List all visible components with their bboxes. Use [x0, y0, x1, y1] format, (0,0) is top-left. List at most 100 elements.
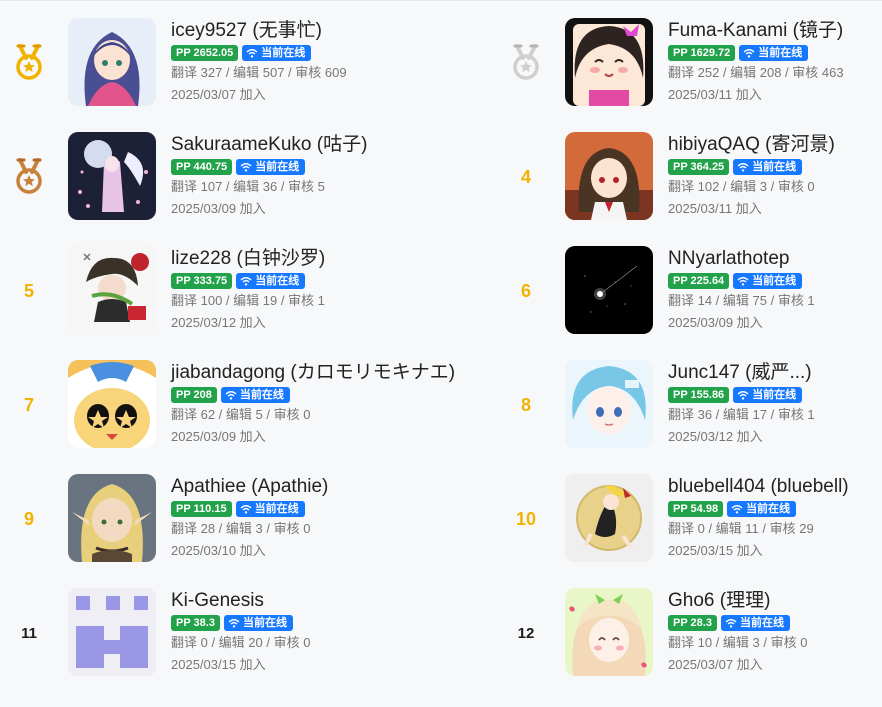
badge-row: PP 225.64 当前在线: [668, 273, 882, 291]
user-name[interactable]: jiabandagong (カロモリモキナエ): [171, 360, 491, 386]
online-label: 当前在线: [752, 161, 797, 173]
user-avatar[interactable]: [68, 588, 156, 676]
online-label: 当前在线: [242, 617, 287, 629]
user-avatar[interactable]: [565, 474, 653, 562]
user-name[interactable]: bluebell404 (bluebell): [668, 474, 882, 500]
user-info: NNyarlathotep PP 225.64 当前在线 翻译 14 / 编辑 …: [668, 246, 882, 335]
online-badge: 当前在线: [220, 387, 290, 403]
online-label: 当前在线: [255, 161, 300, 173]
badge-row: PP 155.86 当前在线: [668, 387, 882, 405]
online-label: 当前在线: [758, 47, 803, 59]
user-avatar[interactable]: [68, 360, 156, 448]
leaderboard-card[interactable]: SakuraameKuko (咕子) PP 440.75 当前在线 翻译 107…: [0, 132, 420, 222]
pp-badge: PP 155.86: [668, 387, 730, 403]
pp-badge: PP 54.98: [668, 501, 724, 517]
rank-number: 10: [515, 508, 537, 529]
join-date: 2025/03/09 加入: [171, 201, 266, 216]
online-label: 当前在线: [752, 275, 797, 287]
user-stats: 翻译 36 / 编辑 17 / 审核 1: [668, 407, 815, 422]
user-avatar[interactable]: [565, 360, 653, 448]
user-name[interactable]: icey9527 (无事忙): [171, 18, 491, 44]
leaderboard-card[interactable]: 6 NNyarlathotep PP 225.64 当前在线 翻译 14 / 编…: [497, 246, 882, 336]
user-name[interactable]: Fuma-Kanami (镜子): [668, 18, 882, 44]
user-info: Fuma-Kanami (镜子) PP 1629.72 当前在线 翻译 252 …: [668, 18, 882, 107]
user-info: Gho6 (理理) PP 28.3 当前在线 翻译 10 / 编辑 3 / 审核…: [668, 588, 882, 677]
leaderboard-card[interactable]: 9 Apathiee (Apathie) PP 110.15 当前在线 翻译 2…: [0, 474, 420, 564]
pp-badge: PP 225.64: [668, 273, 730, 289]
badge-row: PP 208 当前在线: [171, 387, 491, 405]
leaderboard-card[interactable]: Fuma-Kanami (镜子) PP 1629.72 当前在线 翻译 252 …: [497, 18, 882, 108]
rank-number: 12: [517, 624, 535, 642]
user-name[interactable]: hibiyaQAQ (寄河景): [668, 132, 882, 158]
pp-badge: PP 208: [171, 387, 217, 403]
leaderboard-card[interactable]: 5 lize228 (白钟沙罗) PP 333.75 当前在线 翻译 100 /…: [0, 246, 420, 336]
join-date: 2025/03/07 加入: [668, 657, 763, 672]
join-date: 2025/03/07 加入: [171, 87, 266, 102]
user-name[interactable]: NNyarlathotep: [668, 246, 882, 272]
user-avatar[interactable]: [565, 132, 653, 220]
user-name[interactable]: SakuraameKuko (咕子): [171, 132, 491, 158]
leaderboard-card[interactable]: 7 jiabandagong (カロモリモキナエ) PP 208 当前在线 翻译…: [0, 360, 455, 450]
rank-number: 9: [23, 508, 34, 529]
user-avatar[interactable]: [68, 246, 156, 334]
online-badge: 当前在线: [235, 501, 305, 517]
user-stats: 翻译 28 / 编辑 3 / 审核 0: [171, 521, 311, 536]
user-info: bluebell404 (bluebell) PP 54.98 当前在线 翻译 …: [668, 474, 882, 563]
pp-badge: PP 333.75: [171, 273, 233, 289]
online-badge: 当前在线: [720, 615, 790, 631]
bronze-medal-icon: [0, 132, 58, 222]
user-stats: 翻译 0 / 编辑 20 / 审核 0: [171, 635, 311, 650]
online-badge: 当前在线: [242, 45, 312, 61]
leaderboard-card[interactable]: 11 Ki-Genesis PP 38.3 当前在线 翻译 0 / 编辑 20 …: [0, 588, 420, 678]
user-avatar[interactable]: [68, 474, 156, 562]
user-avatar[interactable]: [68, 18, 156, 106]
user-name[interactable]: lize228 (白钟沙罗): [171, 246, 491, 272]
user-avatar[interactable]: [565, 588, 653, 676]
wifi-icon: [743, 48, 755, 58]
user-avatar[interactable]: [565, 246, 653, 334]
user-stats: 翻译 102 / 编辑 3 / 审核 0: [668, 179, 815, 194]
user-stats: 翻译 10 / 编辑 3 / 审核 0: [668, 635, 808, 650]
pp-badge: PP 110.15: [171, 501, 232, 517]
user-info: hibiyaQAQ (寄河景) PP 364.25 当前在线 翻译 102 / …: [668, 132, 882, 221]
leaderboard-card[interactable]: 8 Junc147 (威严...) PP 155.86 当前在线 翻译 36 /…: [497, 360, 882, 450]
join-date: 2025/03/12 加入: [171, 315, 266, 330]
badge-row: PP 38.3 当前在线: [171, 615, 491, 633]
rank-number: 4: [520, 166, 531, 187]
leaderboard-card[interactable]: 4 hibiyaQAQ (寄河景) PP 364.25 当前在线 翻译 102 …: [497, 132, 882, 222]
rank-number: 5: [23, 280, 34, 301]
online-label: 当前在线: [746, 503, 791, 515]
online-label: 当前在线: [239, 389, 284, 401]
user-name[interactable]: Apathiee (Apathie): [171, 474, 491, 500]
badge-row: PP 440.75 当前在线: [171, 159, 491, 177]
user-stats: 翻译 100 / 编辑 19 / 审核 1: [171, 293, 325, 308]
online-badge: 当前在线: [733, 159, 803, 175]
online-label: 当前在线: [255, 275, 300, 287]
wifi-icon: [228, 618, 240, 628]
online-badge: 当前在线: [223, 615, 293, 631]
user-name[interactable]: Gho6 (理理): [668, 588, 882, 614]
pp-badge: PP 28.3: [668, 615, 717, 631]
join-date: 2025/03/10 加入: [171, 543, 266, 558]
badge-row: PP 110.15 当前在线: [171, 501, 491, 519]
pp-badge: PP 1629.72: [668, 45, 736, 61]
pp-badge: PP 440.75: [171, 159, 233, 175]
leaderboard-card[interactable]: icey9527 (无事忙) PP 2652.05 当前在线 翻译 327 / …: [0, 18, 420, 108]
wifi-icon: [240, 162, 252, 172]
user-stats: 翻译 327 / 编辑 507 / 审核 609: [171, 65, 347, 80]
user-avatar[interactable]: [565, 18, 653, 106]
user-name[interactable]: Ki-Genesis: [171, 588, 491, 614]
pp-badge: PP 38.3: [171, 615, 220, 631]
online-label: 当前在线: [739, 617, 784, 629]
user-info: jiabandagong (カロモリモキナエ) PP 208 当前在线 翻译 6…: [171, 360, 491, 449]
wifi-icon: [246, 48, 258, 58]
user-name[interactable]: Junc147 (威严...): [668, 360, 882, 386]
wifi-icon: [731, 504, 743, 514]
leaderboard-card[interactable]: 10 bluebell404 (bluebell) PP 54.98 当前在线 …: [497, 474, 882, 564]
user-info: Ki-Genesis PP 38.3 当前在线 翻译 0 / 编辑 20 / 审…: [171, 588, 491, 677]
user-avatar[interactable]: [68, 132, 156, 220]
rank-number: 6: [520, 280, 531, 301]
wifi-icon: [725, 618, 737, 628]
leaderboard-card[interactable]: 12 Gho6 (理理) PP 28.3 当前在线 翻译 10 / 编辑 3 /…: [497, 588, 882, 678]
rank-number: 11: [21, 624, 37, 642]
